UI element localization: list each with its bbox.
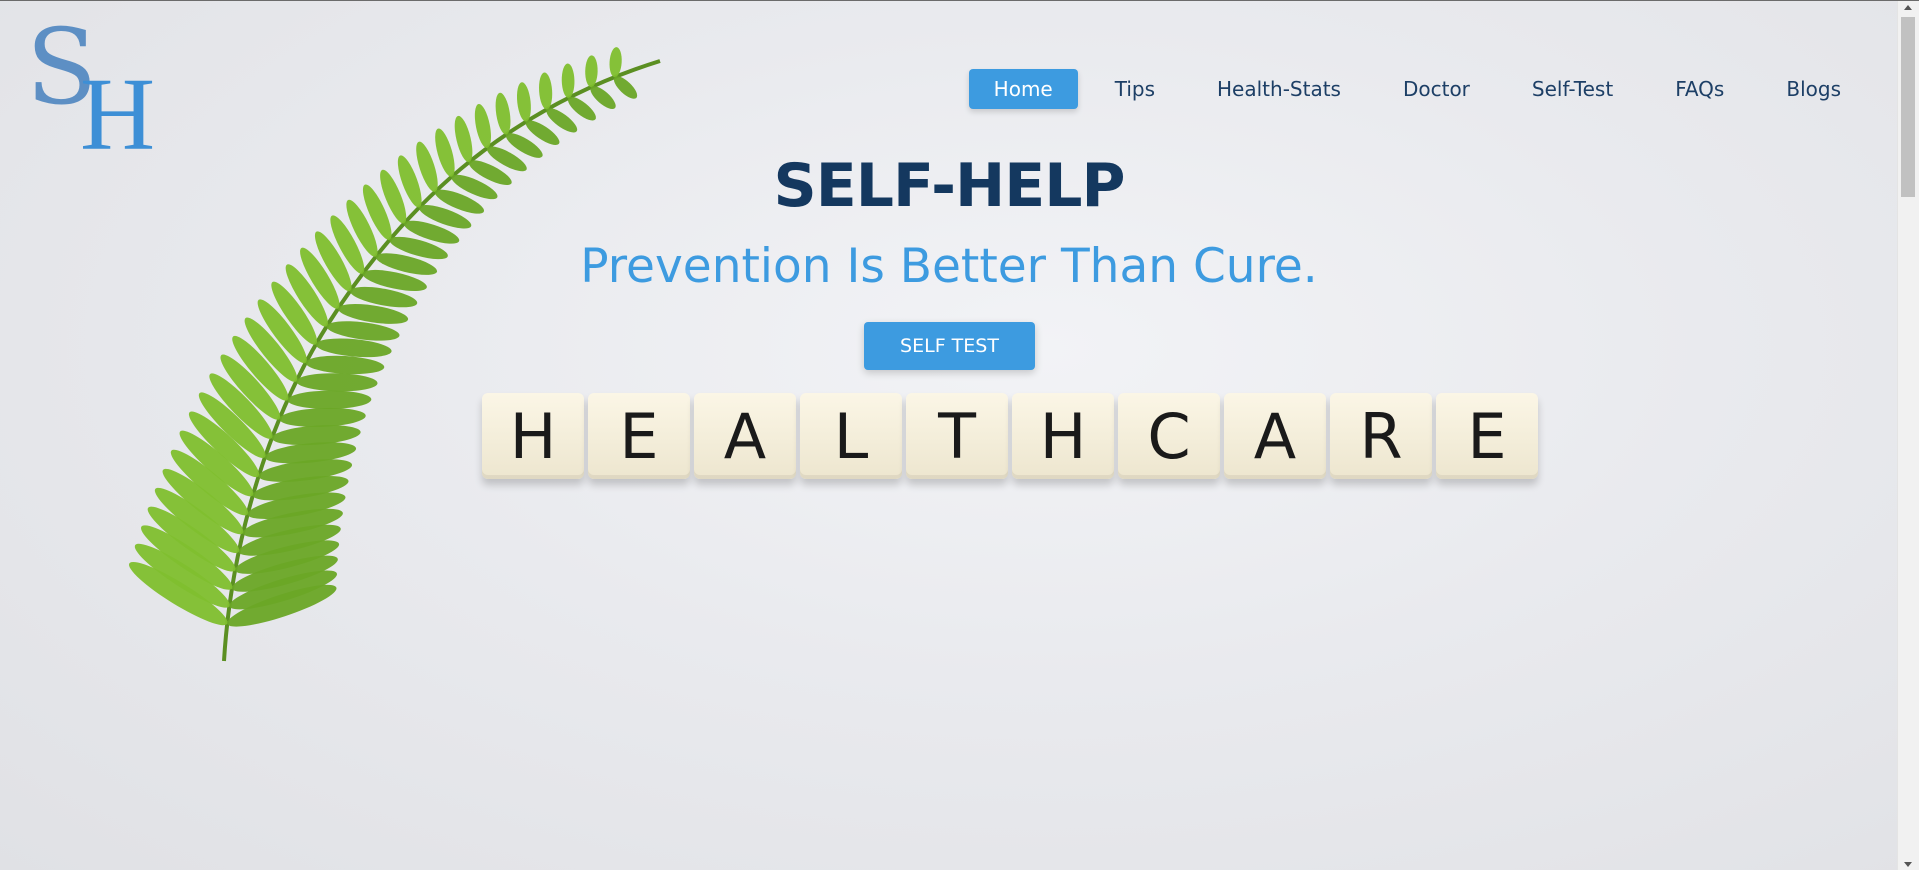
logo[interactable]: S H <box>26 15 156 167</box>
fern-leaflet <box>590 86 616 110</box>
fern-leaflet <box>305 355 385 375</box>
scroll-down-arrow-icon[interactable] <box>1904 862 1912 867</box>
fern-leaflet <box>561 63 575 98</box>
fern-leaflet <box>495 92 511 135</box>
fern-leaflet <box>279 407 366 427</box>
tile: E <box>588 393 690 479</box>
tile: H <box>482 393 584 479</box>
page: S H Home Tips Health-Stats Doctor Self-T… <box>0 0 1919 870</box>
nav-home[interactable]: Home <box>968 69 1078 109</box>
tile: A <box>694 393 796 479</box>
fern-leaflet <box>287 390 372 409</box>
hero-section: S H Home Tips Health-Stats Doctor Self-T… <box>0 1 1898 870</box>
hero-title: SELF-HELP <box>773 151 1126 221</box>
tile: A <box>1224 393 1326 479</box>
fern-leaflet <box>613 76 638 99</box>
tile: C <box>1118 393 1220 479</box>
nav-blogs[interactable]: Blogs <box>1761 69 1866 109</box>
self-test-button[interactable]: SELF TEST <box>864 322 1035 370</box>
nav-health-stats[interactable]: Health-Stats <box>1192 69 1366 109</box>
nav-doctor[interactable]: Doctor <box>1378 69 1495 109</box>
nav-self-test[interactable]: Self-Test <box>1507 69 1638 109</box>
tile: H <box>1012 393 1114 479</box>
fern-leaflet <box>296 373 378 392</box>
nav-tips[interactable]: Tips <box>1090 69 1180 109</box>
nav-faqs[interactable]: FAQs <box>1650 69 1749 109</box>
fern-leaflet <box>474 104 491 149</box>
tile: R <box>1330 393 1432 479</box>
tile: L <box>800 393 902 479</box>
scroll-up-arrow-icon[interactable] <box>1904 5 1912 10</box>
main-nav: Home Tips Health-Stats Doctor Self-Test … <box>957 69 1866 109</box>
fern-leaflet <box>539 72 553 110</box>
healthcare-tiles: H E A L T H C A R E <box>482 393 1538 479</box>
scroll-thumb[interactable] <box>1901 17 1915 197</box>
hero-subtitle: Prevention Is Better Than Cure. <box>580 239 1318 294</box>
vertical-scrollbar[interactable] <box>1897 1 1919 870</box>
tile: E <box>1436 393 1538 479</box>
tile: T <box>906 393 1008 479</box>
fern-leaflet <box>585 55 598 88</box>
fern-leaflet <box>516 82 531 122</box>
